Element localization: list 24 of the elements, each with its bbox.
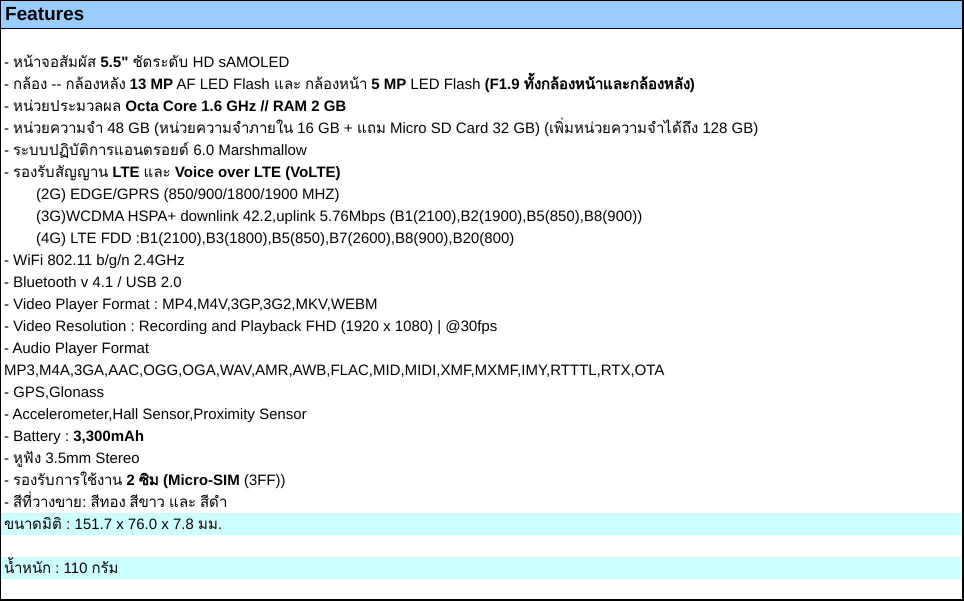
feature-text: - หน่วยประมวลผล Octa Core 1.6 GHz // RAM 2 GB [4, 97, 346, 117]
feature-text: - Video Player Format : MP4,M4V,3GP,3G2,MKV,WEBM [4, 296, 378, 312]
feature-text: - หน้าจอสัมผัส 5.5" ชัดระดับ HD sAMOLED [4, 53, 290, 73]
feature-text: - Accelerometer,Hall Sensor,Proximity Sensor [4, 406, 307, 422]
feature-text: - หูฟัง 3.5mm Stereo [4, 449, 140, 469]
spec-text: ขนาดมิติ : 151.7 x 76.0 x 7.8 มม. [4, 515, 222, 535]
feature-text: - Audio Player Format [4, 340, 150, 356]
feature-text: (3G)WCDMA HSPA+ downlink 42.2,uplink 5.76Mbps (B1(2100),B2(1900),B5(850),B8(900)) [36, 208, 642, 224]
feature-text: - ระบบปฏิบัติการแอนดรอยด์ 6.0 Marshmallow [4, 141, 307, 161]
feature-text: MP3,M4A,3GA,AAC,OGG,OGA,WAV,AMR,AWB,FLAC,MID,MIDI,XMF,MXMF,IMY,RTTTL,RTX,OTA [4, 362, 664, 378]
feature-text: - สีที่วางขาย: สีทอง สีขาว และ สีดำ [4, 490, 227, 514]
feature-text: (4G) LTE FDD :B1(2100),B3(1800),B5(850),B7(2600),B8(900),B20(800) [36, 230, 514, 246]
feature-text: - รองรับการใช้งาน 2 ซิม (Micro-SIM (3FF)) [4, 470, 286, 491]
spec-text: น้ำหนัก : 110 กรัม [4, 556, 119, 580]
feature-text: - Bluetooth v 4.1 / USB 2.0 [4, 274, 182, 290]
section-title: Features [5, 4, 84, 26]
feature-text: - Battery : 3,300mAh [4, 428, 144, 444]
feature-text: - กล้อง -- กล้องหลัง 13 MP AF LED Flash และ กล้องหน้า 5 MP LED Flash (F1.9 ทั้งกล้องหน้าและกล้องหลัง) [4, 72, 695, 96]
feature-text: - WiFi 802.11 b/g/n 2.4GHz [4, 252, 185, 268]
feature-text: - รองรับสัญญาน LTE และ Voice over LTE (VoLTE) [4, 163, 340, 183]
feature-text: - หน่วยความจำ 48 GB (หน่วยความจำภายใน 16 GB + แถม Micro SD Card 32 GB) (เพิ่มหน่วยความจำได้ถึง 128 GB) [4, 116, 758, 140]
feature-text: - GPS,Glonass [4, 384, 104, 400]
feature-text: - Video Resolution : Recording and Playback FHD (1920 x 1080) | @30fps [4, 318, 498, 334]
feature-text: (2G) EDGE/GPRS (850/900/1800/1900 MHZ) [36, 186, 340, 202]
